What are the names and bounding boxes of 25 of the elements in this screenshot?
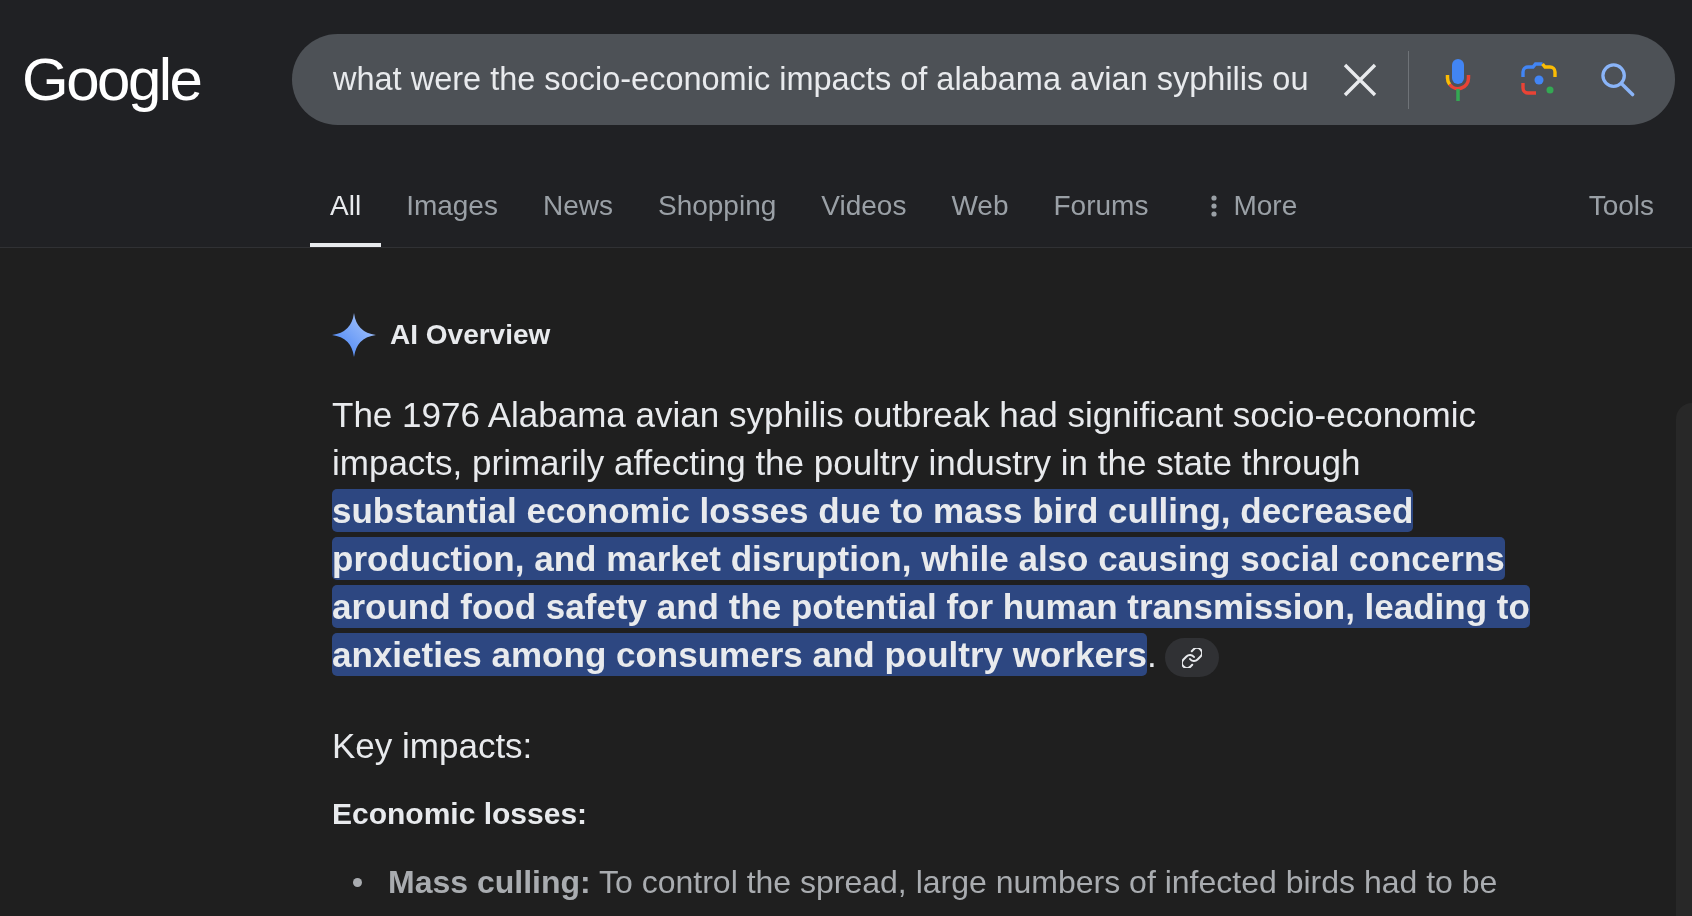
search-input[interactable]: what were the socio-economic impacts of alabama avian syphilis ou xyxy=(333,55,1323,104)
tab[interactable]: Images xyxy=(386,162,518,247)
tab[interactable]: More xyxy=(1191,162,1318,247)
camera-icon[interactable] xyxy=(1521,61,1557,98)
tab[interactable]: All xyxy=(310,162,382,247)
tools-button[interactable]: Tools xyxy=(1588,162,1654,247)
link-icon xyxy=(1181,647,1202,668)
bullet-text: Mass culling: To control the spread, large numbers of infected birds had to be xyxy=(388,863,1498,902)
subsection-title: Economic losses: xyxy=(332,796,588,832)
section-heading: Key impacts: xyxy=(332,725,533,767)
sparkle-icon xyxy=(332,313,376,357)
tab[interactable]: Web xyxy=(931,162,1029,247)
microphone-icon[interactable] xyxy=(1444,58,1472,101)
tab[interactable]: Forums xyxy=(1033,162,1169,247)
more-vertical-icon xyxy=(1211,195,1218,217)
search-icon[interactable] xyxy=(1600,62,1635,97)
link-button[interactable] xyxy=(1164,638,1219,678)
section-title: AI Overview xyxy=(390,318,551,352)
search-bar[interactable]: what were the socio-economic impacts of alabama avian syphilis ou xyxy=(292,34,1675,125)
logo[interactable]: Google xyxy=(22,49,201,110)
close-icon[interactable] xyxy=(1343,62,1377,97)
bullet-icon xyxy=(353,877,362,887)
tab[interactable]: News xyxy=(522,162,633,247)
tab[interactable]: Shopping xyxy=(637,162,797,247)
tab[interactable]: Videos xyxy=(801,162,927,247)
